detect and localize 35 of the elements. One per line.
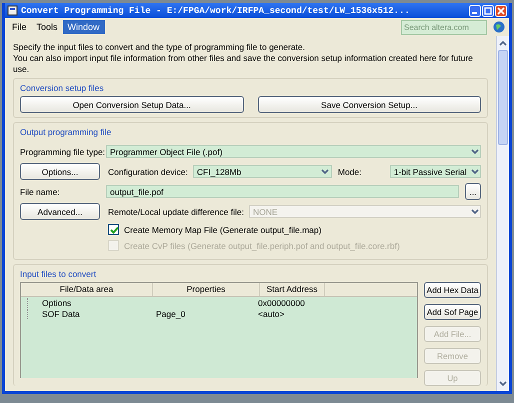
table-cell: SOF Data (27, 308, 152, 318)
table-cell-text: Page_0 (155, 308, 186, 318)
checkbox-label: Create CvP files (Generate output_file.periph.pof and output_file.core.rbf) (124, 240, 400, 250)
menu-item[interactable]: Window (62, 20, 105, 34)
menu-item[interactable]: Tools (32, 20, 63, 34)
button[interactable]: Open Conversion Setup Data... (20, 96, 244, 113)
window-title: Convert Programming File - E:/FPGA/work/IRFPA_second/test/LW_1536x512... (21, 6, 411, 16)
field-label: Remote/Local update difference file: (108, 206, 244, 216)
button[interactable]: Add Sof Page (424, 304, 481, 320)
group-title: Output programming file (18, 127, 114, 137)
device-dropdown[interactable]: CFI_128Mb (192, 165, 332, 178)
checkbox-label: Create Memory Map File (Generate output_file.map) (124, 224, 322, 234)
field-label: Mode: (338, 166, 362, 176)
table-cell: Options (27, 298, 152, 308)
options-button[interactable]: Options... (20, 163, 100, 180)
group-title: Conversion setup files (18, 83, 106, 93)
menu-item[interactable]: File (7, 20, 32, 34)
browse-button[interactable]: ... (465, 183, 481, 200)
column-header[interactable]: Start Address (260, 283, 325, 296)
column-header[interactable]: File/Data area (21, 283, 153, 296)
file-name-field[interactable]: output_file.pof (106, 185, 459, 198)
field-label: Configuration device: (108, 166, 188, 176)
button[interactable]: Add Hex Data (424, 282, 481, 298)
file-type-dropdown[interactable]: Programmer Object File (.pof) (106, 145, 481, 158)
advanced-button[interactable]: Advanced... (20, 203, 100, 220)
mode-dropdown[interactable]: 1-bit Passive Serial (390, 165, 481, 178)
group-title: Input files to convert (18, 269, 98, 279)
table-cell-text: 0x00000000 (258, 298, 306, 308)
instruction-text: Specify the input files to convert and the type of programming file to generate. You can also import input file information from other files and save the conversion setup information created here for future use. (13, 42, 474, 75)
button[interactable]: Save Conversion Setup... (258, 96, 481, 113)
field-label: File name: (20, 186, 61, 196)
field-label: Programming file type: (20, 146, 104, 156)
search-field[interactable]: Search altera.com (401, 20, 487, 34)
column-header[interactable]: Properties (153, 283, 260, 296)
table-cell-text: <auto> (258, 308, 286, 318)
